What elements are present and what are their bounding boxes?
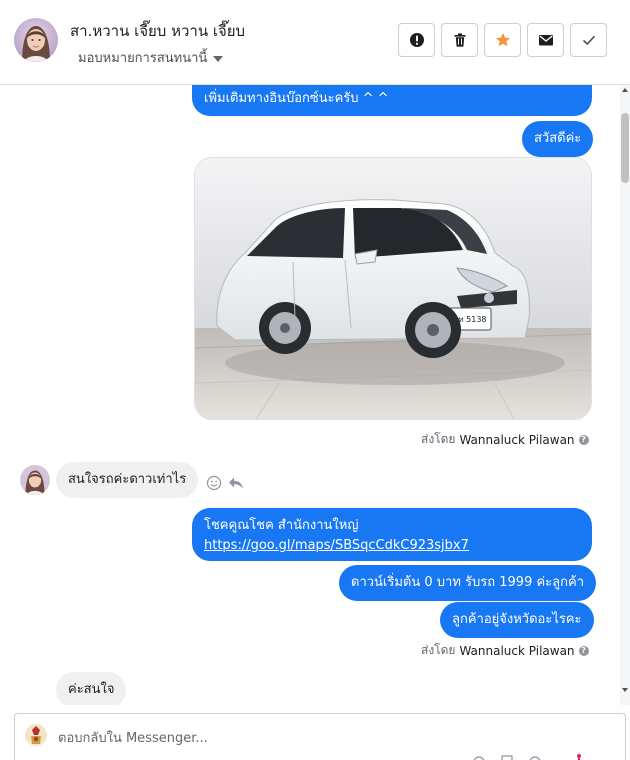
message-thread[interactable]: เพิ่มเติมทางอินบ๊อกซ์นะครับ ^ ^ สวัสดีค่… (0, 85, 630, 705)
info-icon[interactable]: ? (578, 434, 589, 445)
trash-icon (454, 33, 465, 47)
assign-conversation-dropdown[interactable]: มอบหมายการสนทนานี้ (78, 47, 224, 68)
message-text: ค่ะสนใจ (68, 682, 115, 697)
assign-conversation-label: มอบหมายการสนทนานี้ (78, 51, 208, 66)
sender-name[interactable]: Wannaluck Pilawan (459, 433, 574, 447)
sent-by-label: ส่งโดย Wannaluck Pilawan ? (421, 641, 589, 660)
attachment-icon[interactable] (501, 754, 513, 760)
message-text: สนใจรถค่ะดาวเท่าไร (68, 472, 187, 487)
reply-icon[interactable] (228, 475, 244, 491)
reply-input[interactable] (58, 728, 458, 748)
delete-button[interactable] (441, 23, 478, 57)
outgoing-message-bubble[interactable]: ดาวน์เริ่มต้น 0 บาท รับรถ 1999 ค่ะลูกค้า (339, 565, 596, 601)
envelope-icon (538, 35, 553, 46)
star-icon (495, 33, 510, 47)
page-avatar (23, 722, 49, 748)
sender-name[interactable]: Wannaluck Pilawan (459, 644, 574, 658)
incoming-message-bubble[interactable]: สนใจรถค่ะดาวเท่าไร (56, 462, 199, 498)
message-text: ดาวน์เริ่มต้น 0 บาท รับรถ 1999 ค่ะลูกค้า (351, 575, 584, 590)
contact-avatar-small[interactable] (20, 465, 50, 495)
outgoing-message-bubble[interactable]: เพิ่มเติมทางอินบ๊อกซ์นะครับ ^ ^ (192, 85, 592, 116)
saved-replies-icon[interactable] (529, 754, 541, 760)
info-icon[interactable]: ? (578, 645, 589, 656)
scroll-down-icon[interactable] (621, 687, 629, 693)
star-button[interactable] (484, 23, 521, 57)
like-icon[interactable] (573, 752, 585, 760)
message-text: เพิ่มเติมทางอินบ๊อกซ์นะครับ ^ ^ (204, 91, 389, 106)
message-text: ลูกค้าอยู่จังหวัดอะไรคะ (452, 612, 582, 627)
contact-avatar[interactable] (14, 18, 58, 62)
incoming-message-bubble[interactable]: ค่ะสนใจ (56, 672, 127, 705)
message-text: สวัสดีค่ะ (534, 131, 582, 146)
exclamation-circle-icon (409, 33, 424, 47)
outgoing-message-bubble[interactable]: ลูกค้าอยู่จังหวัดอะไรคะ (440, 602, 594, 638)
message-text: โชคคูณโชค สำนักงานใหญ่ (204, 518, 359, 533)
scrollbar[interactable] (620, 85, 630, 705)
car-photo-attachment[interactable]: กท 5138 (194, 157, 592, 420)
contact-name[interactable]: สา.หวาน เจี๊ยบ หวาน เจี๊ยบ (70, 19, 245, 43)
checkmark-icon (582, 35, 595, 46)
scrollbar-thumb[interactable] (621, 113, 629, 183)
mark-spam-button[interactable] (398, 23, 435, 57)
sent-by-label: ส่งโดย Wannaluck Pilawan ? (421, 430, 589, 449)
reply-composer[interactable] (14, 713, 626, 760)
caret-down-icon (213, 55, 224, 62)
mark-done-button[interactable] (570, 23, 607, 57)
conversation-header: สา.หวาน เจี๊ยบ หวาน เจี๊ยบ มอบหมายการสนท… (0, 0, 630, 85)
mark-unread-button[interactable] (527, 23, 564, 57)
emoji-icon[interactable] (473, 754, 485, 760)
scroll-up-icon[interactable] (621, 87, 629, 93)
outgoing-message-bubble[interactable]: โชคคูณโชค สำนักงานใหญ่ https://goo.gl/ma… (192, 508, 592, 561)
outgoing-message-bubble[interactable]: สวัสดีค่ะ (522, 121, 594, 157)
smiley-icon[interactable] (206, 475, 222, 491)
maps-link[interactable]: https://goo.gl/maps/SBSqcCdkC923sjbx7 (204, 538, 469, 553)
